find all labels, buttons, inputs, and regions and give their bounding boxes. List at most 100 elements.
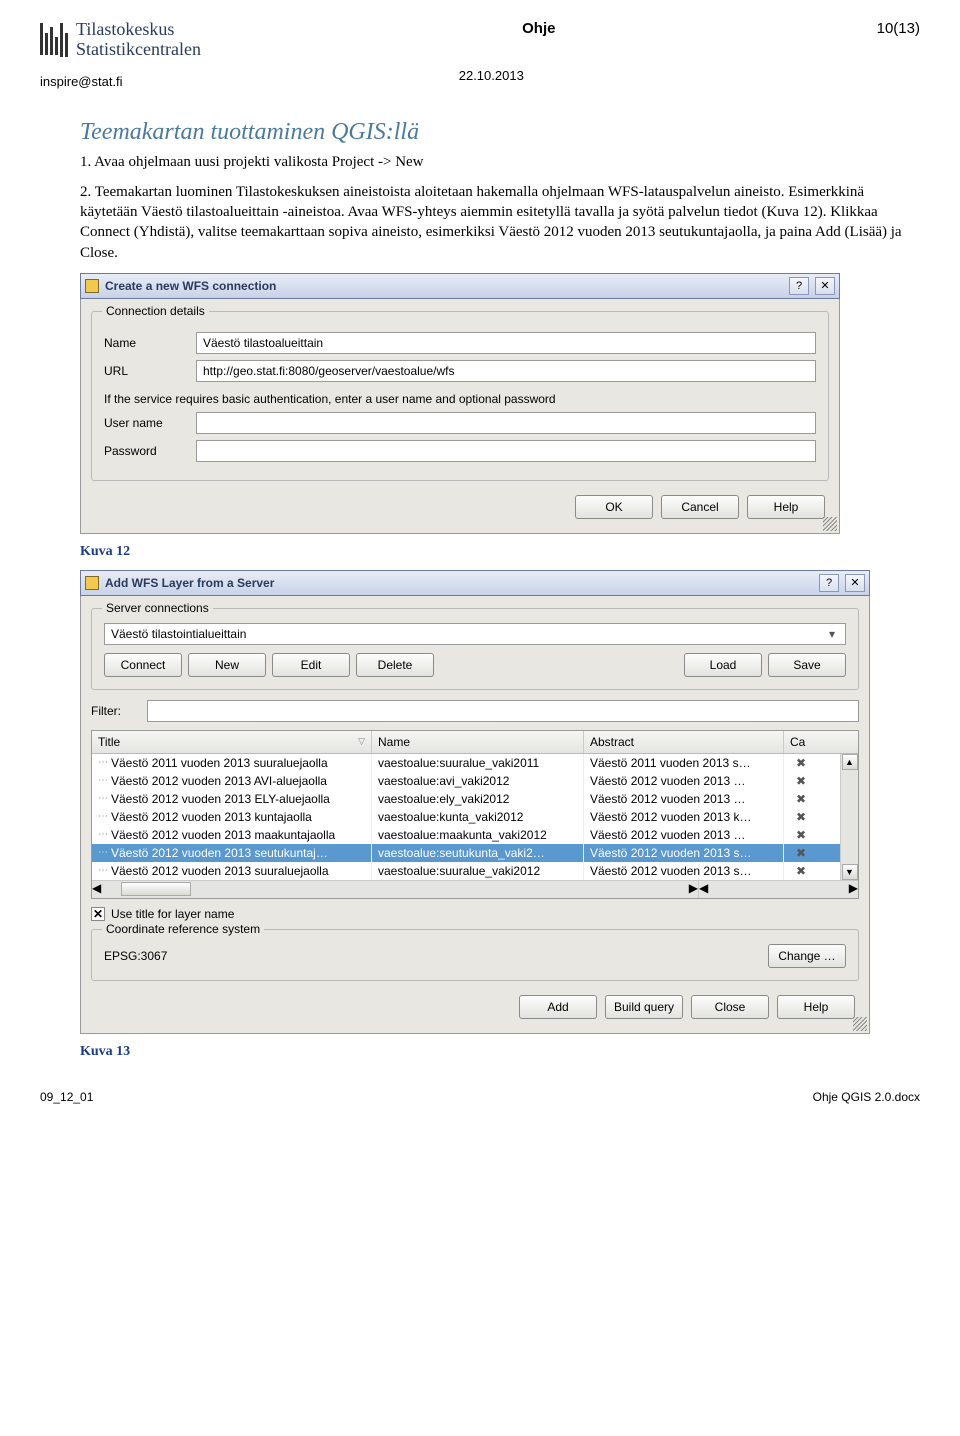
name-label: Name xyxy=(104,336,184,350)
table-row[interactable]: ⋯Väestö 2012 vuoden 2013 kuntajaollavaes… xyxy=(92,808,840,826)
x-icon: ✖ xyxy=(796,756,806,770)
cell-name: vaestoalue:seutukunta_vaki2… xyxy=(372,844,584,862)
table-row[interactable]: ⋯Väestö 2012 vuoden 2013 ELY-aluejaollav… xyxy=(92,790,840,808)
footer-left: 09_12_01 xyxy=(40,1090,93,1104)
dialog-title: Create a new WFS connection xyxy=(105,279,783,293)
help-icon[interactable]: ? xyxy=(819,574,839,592)
table-row[interactable]: ⋯Väestö 2011 vuoden 2013 suuraluejaollav… xyxy=(92,754,840,772)
cell-ca: ✖ xyxy=(784,844,818,862)
cell-name: vaestoalue:suuralue_vaki2011 xyxy=(372,754,584,772)
table-row[interactable]: ⋯Väestö 2012 vuoden 2013 seutukuntaj…vae… xyxy=(92,844,840,862)
sort-icon: ▽ xyxy=(358,736,365,747)
cell-ca: ✖ xyxy=(784,790,818,808)
add-button[interactable]: Add xyxy=(519,995,597,1019)
close-button[interactable]: Close xyxy=(691,995,769,1019)
col-name[interactable]: Name xyxy=(372,731,584,753)
add-wfs-layer-dialog: Add WFS Layer from a Server ? ✕ Server c… xyxy=(80,570,870,1034)
password-field[interactable] xyxy=(196,440,816,462)
step-2: 2. Teemakartan luominen Tilastokeskuksen… xyxy=(80,182,920,263)
table-row[interactable]: ⋯Väestö 2012 vuoden 2013 suuraluejaollav… xyxy=(92,862,840,880)
build-query-button[interactable]: Build query xyxy=(605,995,683,1019)
close-icon[interactable]: ✕ xyxy=(845,574,865,592)
username-field[interactable] xyxy=(196,412,816,434)
wfs-connection-dialog: Create a new WFS connection ? ✕ Connecti… xyxy=(80,273,840,534)
doc-type: Ohje xyxy=(522,20,555,37)
name-field[interactable] xyxy=(196,332,816,354)
group-crs: Coordinate reference system xyxy=(102,922,264,936)
close-icon[interactable]: ✕ xyxy=(815,277,835,295)
footer-right: Ohje QGIS 2.0.docx xyxy=(813,1090,920,1104)
group-connection-details: Connection details xyxy=(102,304,209,318)
cell-title: ⋯Väestö 2012 vuoden 2013 kuntajaolla xyxy=(92,808,372,826)
scroll-right-icon[interactable]: ▶ xyxy=(689,881,698,898)
vertical-scrollbar[interactable]: ▲ ▼ xyxy=(840,754,858,880)
url-field[interactable] xyxy=(196,360,816,382)
delete-button[interactable]: Delete xyxy=(356,653,434,677)
col-title[interactable]: Title▽ xyxy=(92,731,372,753)
scroll-left-icon[interactable]: ◀ xyxy=(699,881,708,895)
help-button[interactable]: Help xyxy=(777,995,855,1019)
page-number: 10(13) xyxy=(877,20,920,37)
username-label: User name xyxy=(104,416,184,430)
resize-grip-icon[interactable] xyxy=(823,517,837,531)
change-crs-button[interactable]: Change … xyxy=(768,944,846,968)
cell-abstract: Väestö 2012 vuoden 2013 … xyxy=(584,790,784,808)
dialog-title: Add WFS Layer from a Server xyxy=(105,576,813,590)
logo-line2: Statistikcentralen xyxy=(76,40,201,60)
figure-caption-13: Kuva 13 xyxy=(80,1044,920,1060)
cell-ca: ✖ xyxy=(784,808,818,826)
help-button[interactable]: Help xyxy=(747,495,825,519)
scroll-right-icon[interactable]: ▶ xyxy=(849,881,858,895)
step-1: 1. Avaa ohjelmaan uusi projekti valikost… xyxy=(80,152,920,172)
cell-abstract: Väestö 2011 vuoden 2013 s… xyxy=(584,754,784,772)
connection-dropdown[interactable]: Väestö tilastointialueittain ▾ xyxy=(104,623,846,645)
logo-line1: Tilastokeskus xyxy=(76,20,201,40)
x-icon: ✖ xyxy=(796,792,806,806)
horizontal-scrollbar[interactable]: ◀ ▶ ◀ ▶ xyxy=(92,880,858,898)
new-button[interactable]: New xyxy=(188,653,266,677)
use-title-checkbox[interactable]: ✕ xyxy=(91,907,105,921)
connect-button[interactable]: Connect xyxy=(104,653,182,677)
col-ca[interactable]: Ca xyxy=(784,731,818,753)
cell-name: vaestoalue:maakunta_vaki2012 xyxy=(372,826,584,844)
layer-table: Title▽ Name Abstract Ca ⋯Väestö 2011 vuo… xyxy=(91,730,859,899)
section-heading: Teemakartan tuottaminen QGIS:llä xyxy=(80,119,920,146)
x-icon: ✖ xyxy=(796,864,806,878)
cell-ca: ✖ xyxy=(784,754,818,772)
filter-field[interactable] xyxy=(147,700,859,722)
cell-title: ⋯Väestö 2012 vuoden 2013 maakuntajaolla xyxy=(92,826,372,844)
resize-grip-icon[interactable] xyxy=(853,1017,867,1031)
filter-label: Filter: xyxy=(91,704,135,718)
table-row[interactable]: ⋯Väestö 2012 vuoden 2013 maakuntajaollav… xyxy=(92,826,840,844)
table-row[interactable]: ⋯Väestö 2012 vuoden 2013 AVI-aluejaollav… xyxy=(92,772,840,790)
cell-abstract: Väestö 2012 vuoden 2013 … xyxy=(584,772,784,790)
password-label: Password xyxy=(104,444,184,458)
logo: Tilastokeskus Statistikcentralen xyxy=(40,20,201,60)
cell-title: ⋯Väestö 2011 vuoden 2013 suuraluejaolla xyxy=(92,754,372,772)
group-server-connections: Server connections xyxy=(102,601,213,615)
cancel-button[interactable]: Cancel xyxy=(661,495,739,519)
logo-bars-icon xyxy=(40,23,68,57)
ok-button[interactable]: OK xyxy=(575,495,653,519)
cell-ca: ✖ xyxy=(784,772,818,790)
cell-name: vaestoalue:kunta_vaki2012 xyxy=(372,808,584,826)
edit-button[interactable]: Edit xyxy=(272,653,350,677)
scroll-left-icon[interactable]: ◀ xyxy=(92,881,101,898)
cell-abstract: Väestö 2012 vuoden 2013 s… xyxy=(584,862,784,880)
auth-hint: If the service requires basic authentica… xyxy=(104,392,816,406)
cell-title: ⋯Väestö 2012 vuoden 2013 suuraluejaolla xyxy=(92,862,372,880)
dropdown-value: Väestö tilastointialueittain xyxy=(111,627,246,641)
cell-title: ⋯Väestö 2012 vuoden 2013 ELY-aluejaolla xyxy=(92,790,372,808)
cell-ca: ✖ xyxy=(784,862,818,880)
help-icon[interactable]: ? xyxy=(789,277,809,295)
x-icon: ✖ xyxy=(796,846,806,860)
app-icon xyxy=(85,576,99,590)
app-icon xyxy=(85,279,99,293)
x-icon: ✖ xyxy=(796,828,806,842)
scroll-down-icon[interactable]: ▼ xyxy=(842,864,858,880)
load-button[interactable]: Load xyxy=(684,653,762,677)
col-abstract[interactable]: Abstract xyxy=(584,731,784,753)
cell-name: vaestoalue:ely_vaki2012 xyxy=(372,790,584,808)
save-button[interactable]: Save xyxy=(768,653,846,677)
scroll-up-icon[interactable]: ▲ xyxy=(842,754,858,770)
